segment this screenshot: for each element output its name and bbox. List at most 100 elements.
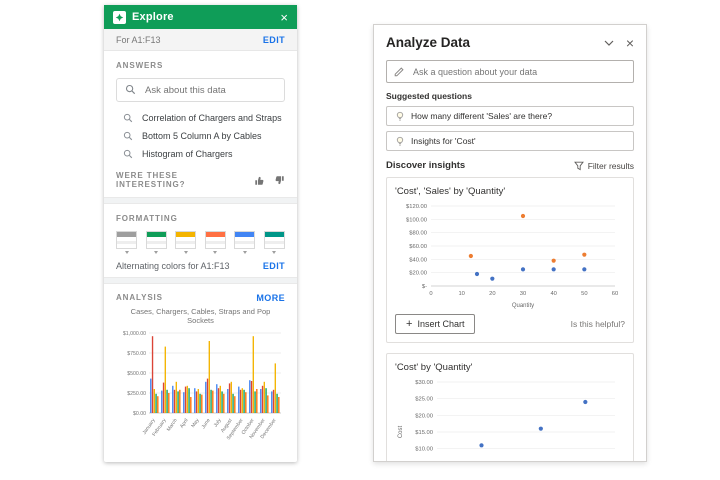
funnel-icon — [573, 161, 584, 171]
explore-search — [116, 78, 285, 102]
answer-suggestion[interactable]: Bottom 5 Column A by Cables — [116, 127, 285, 145]
suggested-question-label: Insights for 'Cost' — [411, 136, 476, 146]
thumbs-down-icon[interactable] — [274, 175, 285, 186]
svg-text:June: June — [201, 418, 212, 431]
alt-color-swatch[interactable] — [175, 231, 197, 254]
section-divider — [104, 276, 297, 284]
alt-colors-row: Alternating colors for A1:F13 EDIT — [116, 261, 285, 271]
more-analysis-link[interactable]: MORE — [256, 293, 285, 303]
svg-text:March: March — [166, 418, 179, 433]
svg-text:Cost: Cost — [398, 426, 404, 439]
suggested-question[interactable]: Insights for 'Cost' — [386, 131, 634, 151]
close-icon[interactable]: × — [280, 11, 288, 24]
svg-text:$0.00: $0.00 — [133, 411, 146, 417]
insert-chart-label: Insert Chart — [417, 319, 465, 329]
cost-sales-scatter-chart: $- $20.00 $40.00 $60.00 $80.00 $100.00 $120.00… — [406, 204, 618, 309]
suggested-question-label: How many different 'Sales' are there? — [411, 111, 553, 121]
close-icon[interactable]: × — [626, 36, 634, 50]
insight-card-cost: 'Cost' by 'Quantity' $5.00$10.00$15.00$2… — [386, 353, 634, 461]
svg-text:$10.00: $10.00 — [415, 447, 433, 453]
svg-text:$20.00: $20.00 — [409, 271, 427, 277]
explore-header: Explore × — [104, 5, 297, 29]
chevron-down-icon[interactable] — [604, 40, 614, 46]
discover-insights-row: Discover insights Filter results — [386, 160, 634, 171]
chevron-down-icon — [183, 250, 188, 254]
lightbulb-icon — [395, 136, 405, 147]
analyze-header: Analyze Data × — [386, 35, 634, 50]
feedback-row: WERE THESE INTERESTING? — [116, 171, 285, 189]
chevron-down-icon — [154, 250, 159, 254]
svg-text:40: 40 — [550, 291, 556, 297]
ask-question-input[interactable] — [386, 60, 634, 83]
svg-text:$80.00: $80.00 — [409, 231, 427, 237]
alt-color-swatch[interactable] — [116, 231, 137, 254]
answer-suggestion[interactable]: Histogram of Chargers — [116, 145, 285, 163]
svg-text:$1,000.00: $1,000.00 — [123, 331, 146, 337]
edit-range-link[interactable]: EDIT — [263, 35, 285, 45]
range-bar: For A1:F13 EDIT — [104, 29, 297, 51]
analysis-section: ANALYSIS MORE Cases, Chargers, Cables, S… — [104, 284, 297, 460]
alt-color-swatch[interactable] — [263, 231, 285, 254]
alt-color-swatch[interactable] — [145, 231, 167, 254]
panel-title: Analyze Data — [386, 35, 471, 50]
answer-suggestion-label: Correlation of Chargers and Straps — [142, 113, 282, 123]
explore-icon — [113, 10, 126, 24]
svg-text:20: 20 — [489, 291, 495, 297]
alt-color-swatch[interactable] — [204, 231, 226, 254]
search-icon — [123, 149, 133, 159]
svg-text:$250.00: $250.00 — [127, 391, 146, 397]
panel-title: Explore — [132, 11, 174, 23]
svg-text:$20.00: $20.00 — [415, 413, 433, 419]
svg-text:$120.00: $120.00 — [406, 204, 427, 210]
insight-card-title: 'Cost', 'Sales' by 'Quantity' — [395, 186, 506, 197]
search-icon — [123, 131, 133, 141]
formatting-title: FORMATTING — [116, 214, 178, 223]
cost-scatter-chart: $5.00$10.00$15.00$20.00$25.00$30.00Cost — [398, 380, 615, 453]
explore-analysis-bar-chart[interactable]: $0.00$250.00$500.00$750.00$1,000.00Janua… — [116, 327, 284, 453]
answers-title: ANSWERS — [116, 61, 164, 70]
ask-data-input[interactable] — [116, 78, 285, 102]
suggested-question[interactable]: How many different 'Sales' are there? — [386, 106, 634, 126]
ask-question-icon — [394, 66, 405, 77]
insight-card-footer: + Insert Chart Is this helpful? — [395, 314, 625, 334]
filter-results-label: Filter results — [587, 160, 634, 171]
svg-text:April: April — [179, 418, 190, 430]
svg-text:$60.00: $60.00 — [409, 244, 427, 250]
insert-chart-button[interactable]: + Insert Chart — [395, 314, 476, 334]
thumbs-up-icon[interactable] — [254, 175, 265, 186]
answers-section: ANSWERS Correlation of Chargers and Stra… — [104, 51, 297, 197]
svg-text:10: 10 — [458, 291, 464, 297]
svg-text:$15.00: $15.00 — [415, 430, 433, 436]
is-this-helpful-link[interactable]: Is this helpful? — [571, 319, 625, 329]
answer-suggestion[interactable]: Correlation of Chargers and Straps — [116, 109, 285, 127]
filter-results-button[interactable]: Filter results — [573, 160, 634, 171]
chevron-down-icon — [213, 250, 218, 254]
svg-text:Quantity: Quantity — [512, 303, 534, 309]
analysis-head: ANALYSIS MORE — [116, 293, 285, 303]
answer-suggestion-label: Histogram of Chargers — [142, 149, 233, 159]
svg-text:$500.00: $500.00 — [127, 371, 146, 377]
search-icon — [123, 113, 133, 123]
svg-text:$-: $- — [422, 284, 427, 290]
svg-text:50: 50 — [581, 291, 587, 297]
discover-insights-label: Discover insights — [386, 160, 466, 171]
suggested-questions-label: Suggested questions — [386, 91, 472, 101]
edit-colors-link[interactable]: EDIT — [263, 261, 285, 271]
section-divider — [104, 197, 297, 204]
chevron-down-icon — [124, 250, 129, 254]
search-icon — [125, 84, 136, 95]
svg-text:$30.00: $30.00 — [415, 380, 433, 386]
chevron-down-icon — [272, 250, 277, 254]
bar-chart-title: Cases, Chargers, Cables, Straps and Pop … — [130, 306, 271, 325]
analyze-data-panel: Analyze Data × Suggested questions How m… — [373, 24, 647, 462]
range-label: For A1:F13 — [116, 34, 161, 45]
ask-question-box — [386, 60, 634, 83]
explore-panel: Explore × For A1:F13 EDIT ANSWERS Correl… — [104, 5, 297, 462]
alt-color-swatch[interactable] — [234, 231, 256, 254]
svg-text:60: 60 — [612, 291, 618, 297]
svg-text:30: 30 — [520, 291, 526, 297]
formatting-swatches — [116, 231, 285, 254]
formatting-section: FORMATTING Alternating colors for A1:F13… — [104, 204, 297, 277]
chevron-down-icon — [242, 250, 247, 254]
insight-card-cost-sales: 'Cost', 'Sales' by 'Quantity' $- $20.00 $4… — [386, 177, 634, 343]
